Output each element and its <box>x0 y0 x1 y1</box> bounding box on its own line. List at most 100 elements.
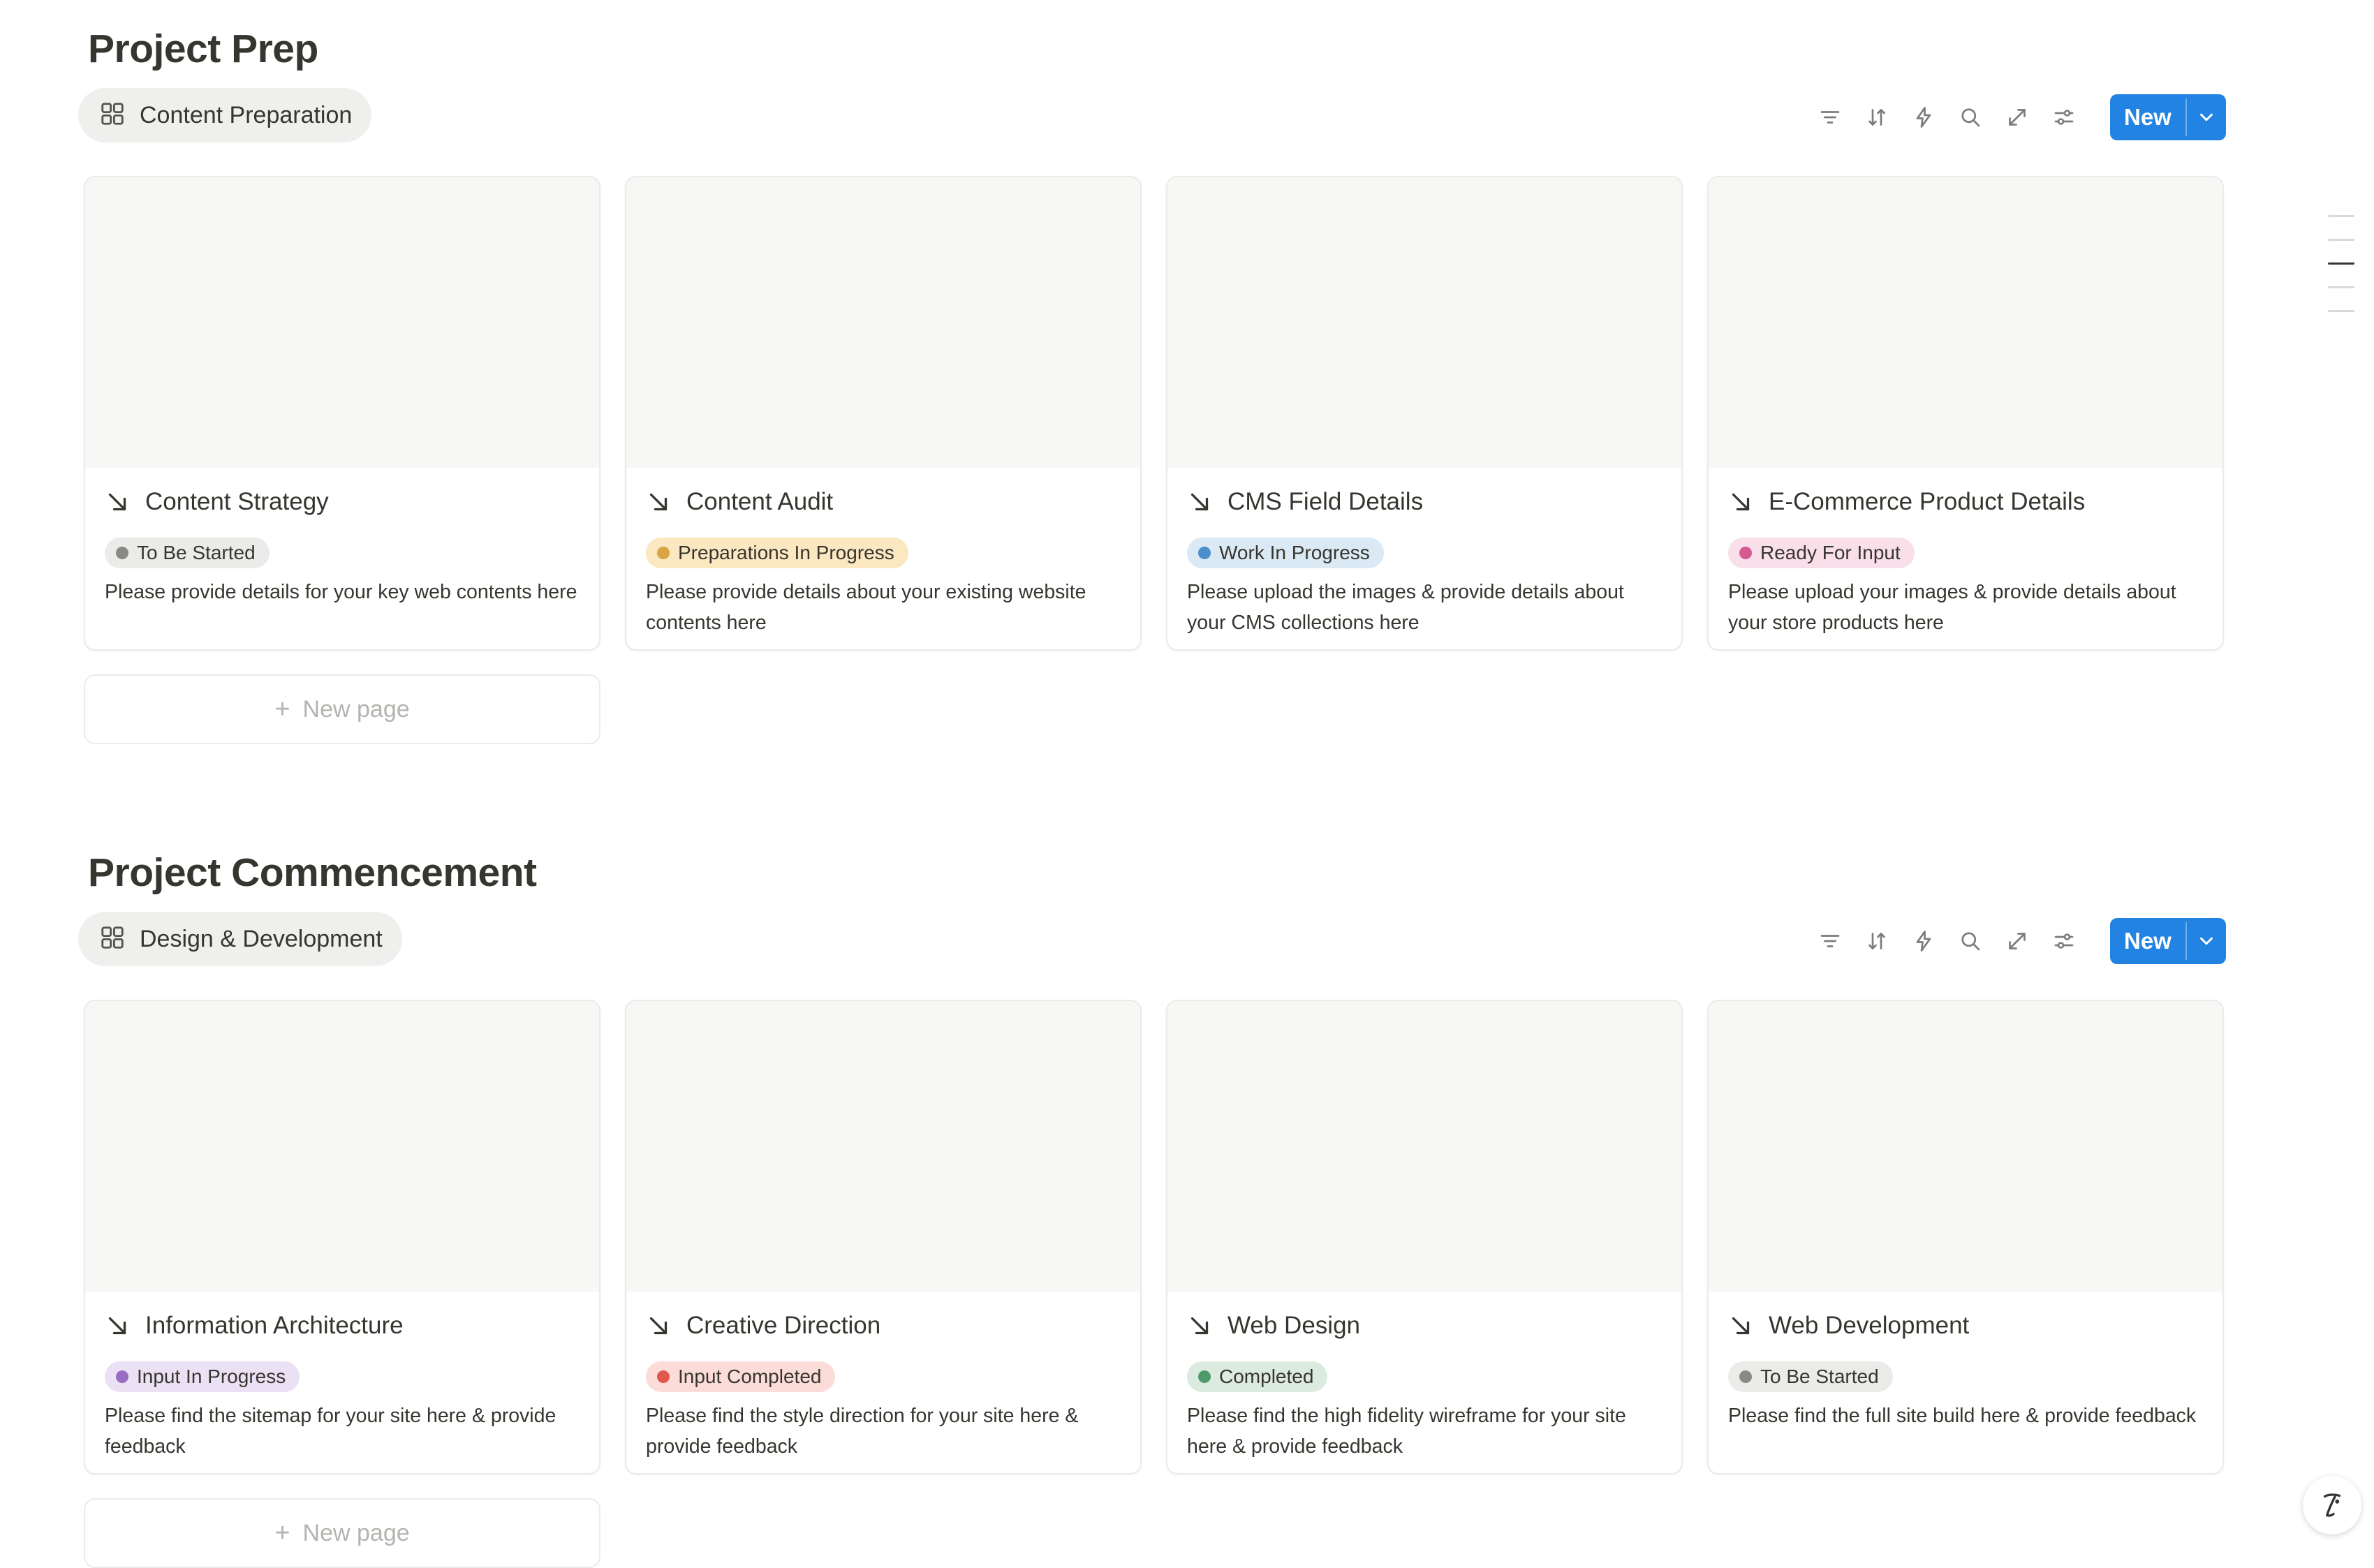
card-title-row: CMS Field Details <box>1187 488 1423 516</box>
new-page-label: New page <box>302 695 410 723</box>
arrow-down-right-icon <box>1190 493 1209 511</box>
card-description: Please provide details about your existi… <box>646 581 1086 634</box>
settings-sliders-icon[interactable] <box>2049 103 2079 132</box>
arrow-down-right-icon <box>1732 493 1750 511</box>
arrow-down-right-icon <box>1732 1317 1750 1335</box>
card-cover <box>1709 177 2222 468</box>
card-description: Please find the full site build here & p… <box>1728 1405 2197 1427</box>
status-badge: Preparations In Progress <box>646 538 908 568</box>
card-title: Information Architecture <box>145 1312 404 1339</box>
database-toolbar: New <box>1815 918 2226 964</box>
status-dot <box>116 547 128 559</box>
new-page-button[interactable]: + New page <box>84 674 600 744</box>
status-badge: Ready For Input <box>1728 538 1915 568</box>
page-outline[interactable] <box>2328 215 2354 334</box>
card-title: Creative Direction <box>686 1312 881 1339</box>
status-dot <box>1198 1370 1211 1383</box>
card-title-row: Content Strategy <box>105 488 329 516</box>
arrow-down-right-icon <box>1190 1317 1209 1335</box>
gallery-card[interactable]: Web Development To Be Started Please fin… <box>1707 1000 2224 1474</box>
card-title: Web Design <box>1227 1312 1361 1339</box>
arrow-down-right-icon <box>108 493 126 511</box>
card-cover <box>1709 1001 2222 1292</box>
card-cover <box>1167 1001 1681 1292</box>
gallery-card[interactable]: Information Architecture Input In Progre… <box>84 1000 600 1474</box>
status-dot <box>657 547 670 559</box>
gallery-card[interactable]: Creative Direction Input Completed Pleas… <box>625 1000 1142 1474</box>
status-label: Preparations In Progress <box>678 542 894 563</box>
card-title: E-Commerce Product Details <box>1769 488 2086 515</box>
status-label: Input In Progress <box>137 1366 286 1387</box>
gallery-card[interactable]: Web Design Completed Please find the hig… <box>1166 1000 1683 1474</box>
status-badge: Input Completed <box>646 1361 836 1392</box>
ai-face-icon <box>2323 1493 2341 1517</box>
card-title: CMS Field Details <box>1227 488 1424 515</box>
plus-icon: + <box>274 694 290 724</box>
chevron-down-icon[interactable] <box>2187 918 2226 964</box>
filter-icon[interactable] <box>1815 926 1845 956</box>
lightning-icon[interactable] <box>1909 926 1938 956</box>
card-description: Please find the sitemap for your site he… <box>105 1405 556 1458</box>
status-label: Input Completed <box>678 1366 822 1387</box>
new-page-button[interactable]: + New page <box>84 1498 600 1568</box>
card-cover <box>1167 177 1681 468</box>
settings-sliders-icon[interactable] <box>2049 926 2079 956</box>
expand-icon[interactable] <box>2003 926 2032 956</box>
card-description: Please upload the images & provide detai… <box>1187 581 1624 634</box>
sort-icon[interactable] <box>1862 103 1892 132</box>
search-icon[interactable] <box>1956 926 1985 956</box>
card-title-row: Web Design <box>1187 1312 1360 1340</box>
new-button: New <box>2110 918 2226 964</box>
arrow-down-right-icon <box>108 1317 126 1335</box>
status-badge: Completed <box>1187 1361 1328 1392</box>
filter-icon[interactable] <box>1815 103 1845 132</box>
outline-line[interactable] <box>2328 286 2354 288</box>
gallery-grid-icon <box>99 924 126 954</box>
new-button-label[interactable]: New <box>2110 918 2185 964</box>
gallery-card[interactable]: E-Commerce Product Details Ready For Inp… <box>1707 176 2224 651</box>
search-icon[interactable] <box>1956 103 1985 132</box>
gallery-card[interactable]: Content Audit Preparations In Progress P… <box>625 176 1142 651</box>
database-toolbar: New <box>1815 94 2226 140</box>
gallery-card[interactable]: CMS Field Details Work In Progress Pleas… <box>1166 176 1683 651</box>
status-label: Work In Progress <box>1219 542 1370 563</box>
expand-icon[interactable] <box>2003 103 2032 132</box>
gallery-card[interactable]: Content Strategy To Be Started Please pr… <box>84 176 600 651</box>
card-title-row: Creative Direction <box>646 1312 880 1340</box>
status-label: Ready For Input <box>1760 542 1901 563</box>
status-badge: To Be Started <box>105 538 270 568</box>
chevron-down-icon[interactable] <box>2187 94 2226 140</box>
card-description: Please provide details for your key web … <box>105 581 577 603</box>
status-label: To Be Started <box>1760 1366 1879 1387</box>
sort-icon[interactable] <box>1862 926 1892 956</box>
card-title: Content Strategy <box>145 488 329 515</box>
notion-ai-button[interactable] <box>2303 1476 2361 1534</box>
outline-line[interactable] <box>2328 215 2354 217</box>
view-tab-label: Content Preparation <box>140 101 353 128</box>
card-cover <box>85 1001 599 1292</box>
status-label: Completed <box>1219 1366 1314 1387</box>
lightning-icon[interactable] <box>1909 103 1938 132</box>
section-title: Project Commencement <box>88 850 537 895</box>
gallery-grid-icon <box>99 101 126 131</box>
new-button-label[interactable]: New <box>2110 94 2185 140</box>
card-cover <box>85 177 599 468</box>
arrow-down-right-icon <box>649 1317 668 1335</box>
status-dot <box>657 1370 670 1383</box>
status-dot <box>116 1370 128 1383</box>
card-cover <box>626 1001 1140 1292</box>
outline-line[interactable] <box>2328 239 2354 241</box>
card-cover <box>626 177 1140 468</box>
view-tab-design-development[interactable]: Design & Development <box>78 912 402 966</box>
card-description: Please upload your images & provide deta… <box>1728 581 2176 634</box>
card-description: Please find the high fidelity wireframe … <box>1187 1405 1626 1458</box>
arrow-down-right-icon <box>649 493 668 511</box>
status-dot <box>1739 1370 1752 1383</box>
status-badge: Input In Progress <box>105 1361 300 1392</box>
card-title-row: Content Audit <box>646 488 833 516</box>
card-title-row: Information Architecture <box>105 1312 404 1340</box>
outline-line[interactable] <box>2328 310 2354 312</box>
view-tab-content-preparation[interactable]: Content Preparation <box>78 88 372 142</box>
status-badge: Work In Progress <box>1187 538 1384 568</box>
outline-line-active[interactable] <box>2328 262 2354 265</box>
